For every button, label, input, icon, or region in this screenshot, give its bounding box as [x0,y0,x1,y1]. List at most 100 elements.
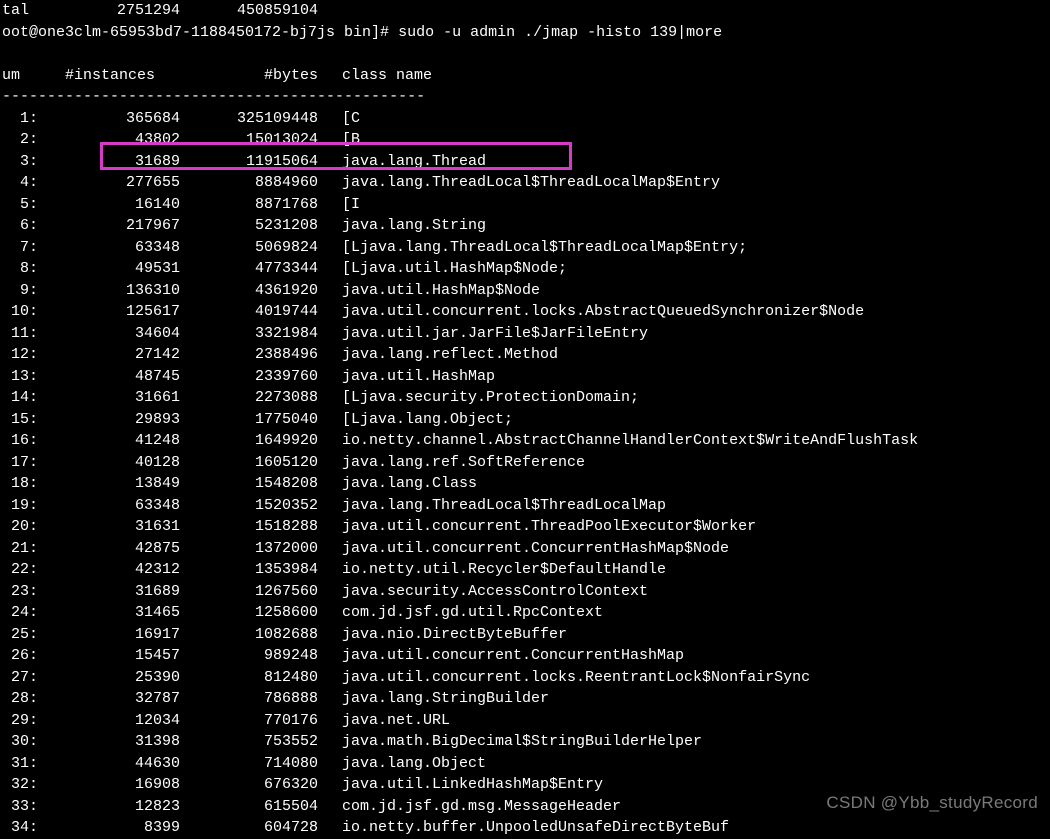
row-instances: 40128 [38,452,180,474]
row-instances: 217967 [38,215,180,237]
row-index: 19: [2,495,38,517]
row-instances: 49531 [38,258,180,280]
row-bytes: 1353984 [180,559,318,581]
row-instances: 136310 [38,280,180,302]
row-classname: java.net.URL [318,710,450,732]
row-classname: java.util.HashMap [318,366,495,388]
histo-row-21: 21:428751372000java.util.concurrent.Conc… [2,538,1050,560]
row-bytes: 8884960 [180,172,318,194]
row-instances: 277655 [38,172,180,194]
histo-row-30: 30:31398753552java.math.BigDecimal$Strin… [2,731,1050,753]
row-classname: java.util.concurrent.locks.ReentrantLock… [318,667,810,689]
row-classname: java.lang.ref.SoftReference [318,452,585,474]
row-bytes: 1775040 [180,409,318,431]
row-bytes: 3321984 [180,323,318,345]
histo-row-34: 34:8399604728io.netty.buffer.UnpooledUns… [2,817,1050,839]
row-classname: java.lang.Class [318,473,477,495]
row-index: 31: [2,753,38,775]
histo-row-22: 22:423121353984io.netty.util.Recycler$De… [2,559,1050,581]
row-classname: java.lang.Thread [318,151,486,173]
row-instances: 125617 [38,301,180,323]
row-index: 4: [2,172,38,194]
row-classname: [Ljava.lang.ThreadLocal$ThreadLocalMap$E… [318,237,747,259]
histo-row-11: 11:346043321984java.util.jar.JarFile$Jar… [2,323,1050,345]
row-instances: 34604 [38,323,180,345]
row-classname: java.util.concurrent.locks.AbstractQueue… [318,301,864,323]
row-classname: io.netty.buffer.UnpooledUnsafeDirectByte… [318,817,729,839]
row-classname: java.util.HashMap$Node [318,280,540,302]
row-bytes: 770176 [180,710,318,732]
row-instances: 42312 [38,559,180,581]
shell-prompt: oot@one3clm-65953bd7-1188450172-bj7js bi… [2,22,1050,44]
row-classname: java.util.concurrent.ConcurrentHashMap$N… [318,538,729,560]
row-classname: java.lang.ThreadLocal$ThreadLocalMap$Ent… [318,172,720,194]
row-classname: java.lang.String [318,215,486,237]
row-classname: io.netty.channel.AbstractChannelHandlerC… [318,430,918,452]
row-bytes: 1605120 [180,452,318,474]
row-index: 18: [2,473,38,495]
row-classname: com.jd.jsf.gd.msg.MessageHeader [318,796,621,818]
histo-row-6: 6:2179675231208java.lang.String [2,215,1050,237]
row-classname: [C [318,108,360,130]
row-bytes: 8871768 [180,194,318,216]
histo-row-5: 5:161408871768[I [2,194,1050,216]
row-bytes: 5231208 [180,215,318,237]
row-instances: 43802 [38,129,180,151]
row-bytes: 1082688 [180,624,318,646]
row-index: 24: [2,602,38,624]
row-index: 28: [2,688,38,710]
histo-row-13: 13:487452339760java.util.HashMap [2,366,1050,388]
row-index: 15: [2,409,38,431]
row-index: 1: [2,108,38,130]
histo-row-16: 16:412481649920io.netty.channel.Abstract… [2,430,1050,452]
row-instances: 48745 [38,366,180,388]
row-bytes: 2388496 [180,344,318,366]
row-classname: java.lang.reflect.Method [318,344,558,366]
row-bytes: 1518288 [180,516,318,538]
row-classname: java.lang.Object [318,753,486,775]
row-instances: 44630 [38,753,180,775]
row-index: 27: [2,667,38,689]
row-index: 29: [2,710,38,732]
row-bytes: 676320 [180,774,318,796]
row-instances: 16908 [38,774,180,796]
row-bytes: 753552 [180,731,318,753]
row-classname: java.lang.StringBuilder [318,688,549,710]
row-index: 6: [2,215,38,237]
row-index: 14: [2,387,38,409]
header-row: um #instances#bytesclass name [2,65,1050,87]
row-instances: 63348 [38,237,180,259]
row-bytes: 4773344 [180,258,318,280]
row-bytes: 989248 [180,645,318,667]
row-instances: 31631 [38,516,180,538]
row-instances: 15457 [38,645,180,667]
histo-row-19: 19:633481520352java.lang.ThreadLocal$Thr… [2,495,1050,517]
row-bytes: 1267560 [180,581,318,603]
row-classname: [Ljava.util.HashMap$Node; [318,258,567,280]
row-instances: 42875 [38,538,180,560]
row-classname: [Ljava.security.ProtectionDomain; [318,387,639,409]
terminal-output: tal2751294450859104oot@one3clm-65953bd7-… [2,0,1050,839]
histo-row-27: 27:25390812480java.util.concurrent.locks… [2,667,1050,689]
row-index: 26: [2,645,38,667]
histo-row-10: 10:1256174019744java.util.concurrent.loc… [2,301,1050,323]
row-index: 22: [2,559,38,581]
row-instances: 31689 [38,151,180,173]
row-index: 25: [2,624,38,646]
row-index: 16: [2,430,38,452]
row-index: 11: [2,323,38,345]
watermark: CSDN @Ybb_studyRecord [826,792,1038,814]
histo-row-20: 20:316311518288java.util.concurrent.Thre… [2,516,1050,538]
row-index: 34: [2,817,38,839]
row-instances: 31398 [38,731,180,753]
row-index: 5: [2,194,38,216]
histo-row-7: 7:633485069824[Ljava.lang.ThreadLocal$Th… [2,237,1050,259]
row-instances: 365684 [38,108,180,130]
row-index: 33: [2,796,38,818]
row-index: 23: [2,581,38,603]
histo-row-1: 1:365684325109448[C [2,108,1050,130]
top-partial-line: tal2751294450859104 [2,0,1050,22]
histo-row-23: 23:316891267560java.security.AccessContr… [2,581,1050,603]
row-classname: io.netty.util.Recycler$DefaultHandle [318,559,666,581]
histo-row-4: 4:2776558884960java.lang.ThreadLocal$Thr… [2,172,1050,194]
